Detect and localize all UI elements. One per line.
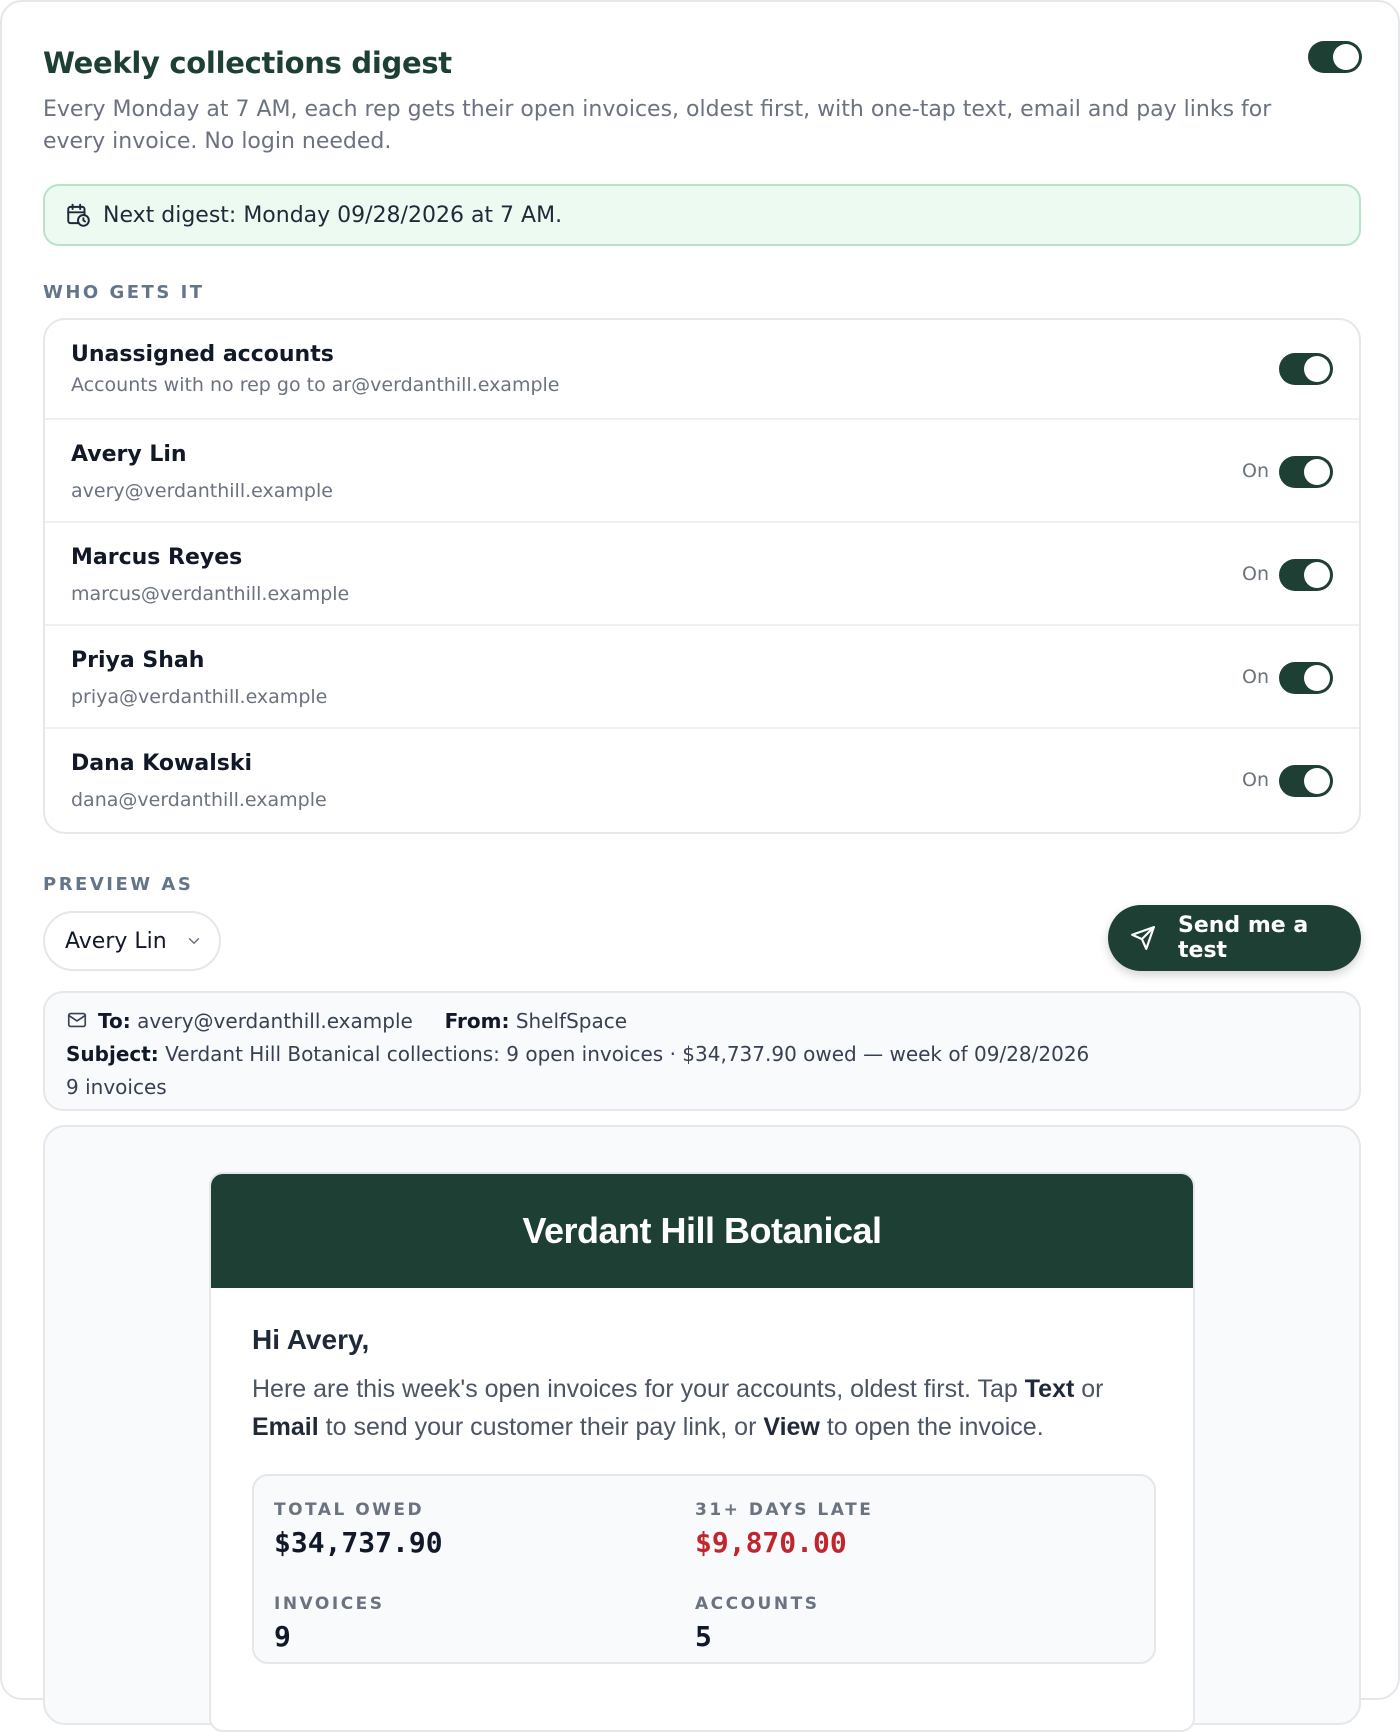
calendar-clock-icon bbox=[65, 202, 91, 228]
preview-as-label: PREVIEW AS bbox=[43, 874, 194, 895]
who-gets-it-label: WHO GETS IT bbox=[43, 282, 205, 303]
stat-label: ACCOUNTS bbox=[695, 1594, 820, 1614]
stat-value: 9 bbox=[274, 1620, 291, 1653]
toggle-switch[interactable] bbox=[1308, 41, 1362, 73]
stat-value: $9,870.00 bbox=[695, 1526, 847, 1559]
preview-selected-value: Avery Lin bbox=[65, 928, 167, 954]
send-test-button[interactable]: Send me a test bbox=[1108, 905, 1361, 971]
stat-value: 5 bbox=[695, 1620, 712, 1653]
stat-label: TOTAL OWED bbox=[274, 1500, 425, 1520]
subject-label: Subject: bbox=[66, 1042, 159, 1066]
recipient-email: avery@verdanthill.example bbox=[71, 480, 333, 502]
recipient-status: On bbox=[1242, 769, 1269, 791]
recipient-row: Dana Kowalski dana@verdanthill.example O… bbox=[45, 729, 1359, 832]
recipient-name: Dana Kowalski bbox=[71, 751, 253, 776]
from-label: From: bbox=[444, 1009, 510, 1033]
email-meta: To: avery@verdanthill.example From: Shel… bbox=[43, 991, 1361, 1111]
email-intro: Here are this week's open invoices for y… bbox=[252, 1370, 1132, 1446]
stat-total-owed: TOTAL OWED $34,737.90 bbox=[274, 1500, 443, 1559]
digest-enabled-toggle[interactable] bbox=[1308, 41, 1362, 73]
recipient-toggle[interactable] bbox=[1279, 456, 1333, 488]
email-greeting: Hi Avery, bbox=[252, 1324, 370, 1355]
stat-label: INVOICES bbox=[274, 1594, 385, 1614]
recipient-status: On bbox=[1242, 460, 1269, 482]
stat-label: 31+ DAYS LATE bbox=[695, 1500, 874, 1520]
next-digest-text: Next digest: Monday 09/28/2026 at 7 AM. bbox=[103, 202, 563, 228]
intro-text-keyword: Text bbox=[1024, 1375, 1075, 1403]
email-to-from-line: To: avery@verdanthill.example From: Shel… bbox=[66, 1009, 627, 1033]
stat-accounts: ACCOUNTS 5 bbox=[695, 1594, 819, 1653]
subject-value: Verdant Hill Botanical collections: 9 op… bbox=[165, 1042, 1090, 1066]
recipient-row: Marcus Reyes marcus@verdanthill.example … bbox=[45, 523, 1359, 626]
mail-icon bbox=[66, 1009, 88, 1031]
unassigned-toggle[interactable] bbox=[1279, 353, 1333, 385]
recipient-row-unassigned: Unassigned accounts Accounts with no rep… bbox=[45, 320, 1359, 420]
recipient-toggle[interactable] bbox=[1279, 765, 1333, 797]
from-value: ShelfSpace bbox=[515, 1009, 628, 1033]
recipient-toggle[interactable] bbox=[1279, 662, 1333, 694]
email-preview: Verdant Hill Botanical Hi Avery, Here ar… bbox=[209, 1172, 1195, 1732]
recipient-list: Unassigned accounts Accounts with no rep… bbox=[43, 318, 1361, 834]
stat-value: $34,737.90 bbox=[274, 1526, 443, 1559]
recipient-toggle[interactable] bbox=[1279, 559, 1333, 591]
recipient-name: Priya Shah bbox=[71, 648, 205, 673]
intro-text: or bbox=[1074, 1375, 1104, 1403]
send-test-label: Send me a test bbox=[1178, 913, 1309, 963]
recipient-name: Marcus Reyes bbox=[71, 545, 243, 570]
preview-as-select[interactable]: Avery Lin bbox=[43, 911, 221, 971]
recipient-status: On bbox=[1242, 563, 1269, 585]
intro-view-keyword: View bbox=[763, 1413, 820, 1441]
digest-settings-card: Weekly collections digest Every Monday a… bbox=[0, 0, 1400, 1732]
recipient-name: Avery Lin bbox=[71, 442, 187, 467]
email-subject-line: Subject: Verdant Hill Botanical collecti… bbox=[66, 1042, 1089, 1066]
stat-late: 31+ DAYS LATE $9,870.00 bbox=[695, 1500, 873, 1559]
recipient-name: Unassigned accounts bbox=[71, 342, 334, 367]
recipient-status: On bbox=[1242, 666, 1269, 688]
send-icon bbox=[1130, 925, 1156, 951]
digest-description: Every Monday at 7 AM, each rep gets thei… bbox=[43, 97, 1272, 154]
recipient-detail: Accounts with no rep go to ar@verdanthil… bbox=[71, 374, 560, 396]
email-stats-box: TOTAL OWED $34,737.90 31+ DAYS LATE $9,8… bbox=[252, 1474, 1156, 1664]
email-brand-header: Verdant Hill Botanical bbox=[211, 1174, 1193, 1288]
intro-email-keyword: Email bbox=[252, 1413, 319, 1441]
recipient-email: marcus@verdanthill.example bbox=[71, 583, 350, 605]
intro-text: to send your customer their pay link, or bbox=[318, 1413, 764, 1441]
recipient-email: priya@verdanthill.example bbox=[71, 686, 328, 708]
intro-text: to open the invoice. bbox=[819, 1413, 1044, 1441]
to-value: avery@verdanthill.example bbox=[137, 1009, 413, 1033]
page-title: Weekly collections digest bbox=[43, 46, 452, 80]
next-digest-banner: Next digest: Monday 09/28/2026 at 7 AM. bbox=[43, 184, 1361, 246]
recipient-row: Avery Lin avery@verdanthill.example On bbox=[45, 420, 1359, 523]
stat-invoices: INVOICES 9 bbox=[274, 1594, 385, 1653]
chevron-down-icon bbox=[185, 932, 203, 950]
recipient-email: dana@verdanthill.example bbox=[71, 789, 327, 811]
invoice-count: 9 invoices bbox=[66, 1075, 167, 1099]
intro-text: Here are this week's open invoices for y… bbox=[252, 1375, 1025, 1403]
recipient-row: Priya Shah priya@verdanthill.example On bbox=[45, 626, 1359, 729]
to-label: To: bbox=[98, 1009, 131, 1033]
